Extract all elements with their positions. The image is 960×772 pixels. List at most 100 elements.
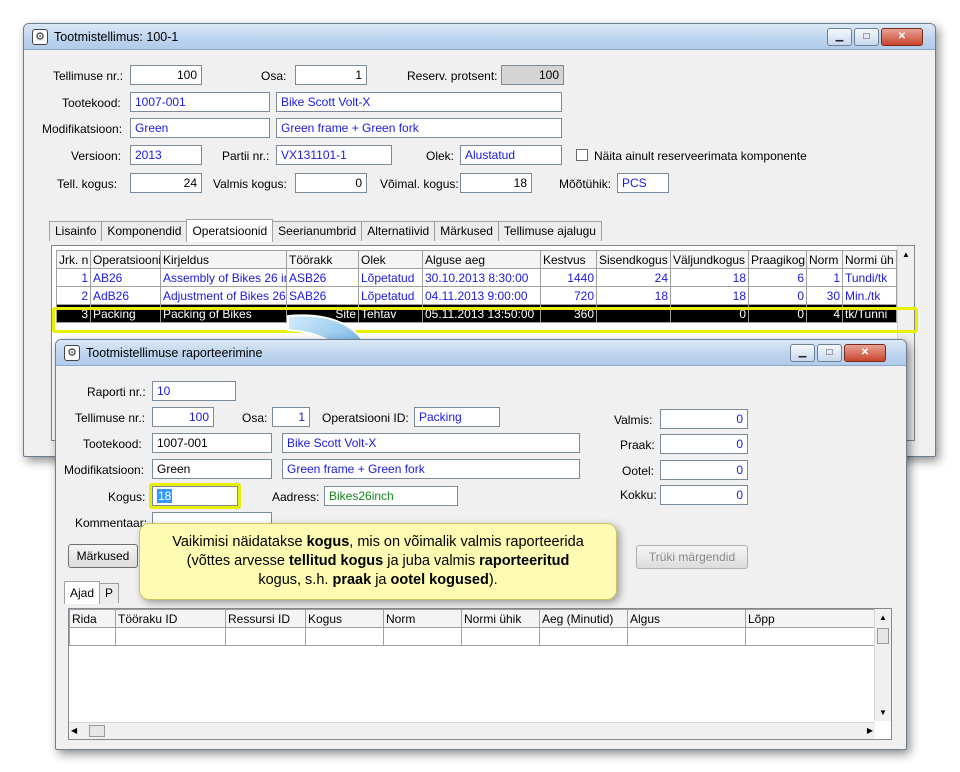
column-header[interactable]: Olek	[358, 250, 423, 269]
order-nr-field[interactable]: 100	[130, 65, 202, 85]
maximize-button[interactable]: □	[854, 28, 879, 46]
column-header[interactable]: Tööraku ID	[115, 609, 226, 628]
product-code-label: Tootekood:	[83, 437, 142, 451]
batch-nr-field[interactable]: VX131101-1	[276, 145, 392, 165]
operations-table: Jrk. n Operatsiooni Kirjeldus Töörakk Ol…	[56, 250, 897, 323]
waiting-field[interactable]: 0	[660, 460, 748, 480]
table-row[interactable]: 1 AB26 Assembly of Bikes 26 in ASB26 Lõp…	[56, 268, 897, 287]
maximize-button[interactable]: □	[817, 344, 842, 362]
address-field[interactable]: Bikes26inch	[324, 486, 458, 506]
tab-ajad[interactable]: Ajad	[64, 581, 101, 604]
column-header[interactable]: Norm	[806, 250, 843, 269]
modification-field[interactable]: Green	[130, 118, 270, 138]
part-field[interactable]: 1	[272, 407, 310, 427]
scrap-field[interactable]: 0	[660, 434, 748, 454]
column-header[interactable]: Väljundkogus	[670, 250, 749, 269]
tab-operatsioonid[interactable]: Operatsioonid	[186, 219, 274, 242]
table-cell: 24	[596, 268, 671, 287]
column-header[interactable]: Kogus	[305, 609, 384, 628]
column-header[interactable]: Algus	[627, 609, 746, 628]
tab-komponendid[interactable]: Komponendid	[101, 221, 188, 241]
waiting-label: Ootel:	[622, 464, 655, 478]
tab-markused[interactable]: Märkused	[434, 221, 499, 241]
minimize-button[interactable]: ▁	[827, 28, 852, 46]
possible-qty-field[interactable]: 18	[460, 173, 532, 193]
column-header[interactable]: Praagikog	[748, 250, 807, 269]
batch-nr-label: Partii nr.:	[222, 149, 270, 163]
order-nr-field[interactable]: 100	[152, 407, 214, 427]
column-header[interactable]: Rida	[69, 609, 116, 628]
modification-label: Modifikatsioon:	[64, 463, 145, 477]
table-cell: 1	[56, 268, 91, 287]
product-code-field[interactable]: 1007-001	[130, 92, 270, 112]
table-cell: AB26	[90, 268, 161, 287]
table-cell: Packing	[90, 304, 161, 323]
report-nr-field[interactable]: 10	[152, 381, 236, 401]
tab-tellimuse-ajalugu[interactable]: Tellimuse ajalugu	[497, 221, 602, 241]
table-row[interactable]: 2 AdB26 Adjustment of Bikes 26 SAB26 Lõp…	[56, 286, 897, 305]
ordered-qty-field[interactable]: 24	[130, 173, 202, 193]
done-qty-field[interactable]: 0	[295, 173, 367, 193]
modification-field[interactable]: Green	[152, 459, 272, 479]
column-header[interactable]: Jrk. n	[56, 250, 91, 269]
part-field[interactable]: 1	[295, 65, 367, 85]
unit-field[interactable]: PCS	[617, 173, 669, 193]
close-button[interactable]: ✕	[844, 344, 886, 362]
scroll-down-arrow-icon[interactable]: ▼	[875, 704, 891, 721]
modification-desc-field[interactable]: Green frame + Green fork	[282, 459, 580, 479]
column-header[interactable]: Ressursi ID	[225, 609, 306, 628]
table-row-selected[interactable]: 3 Packing Packing of Bikes Site Tehtav 0…	[56, 304, 897, 323]
column-header[interactable]: Operatsiooni	[90, 250, 161, 269]
column-header[interactable]: Töörakk	[286, 250, 359, 269]
table-cell: 720	[540, 286, 597, 305]
column-header[interactable]: Lõpp	[745, 609, 876, 628]
minimize-button[interactable]: ▁	[790, 344, 815, 362]
close-button[interactable]: ✕	[881, 28, 923, 46]
comment-label: Kommentaar:	[75, 516, 148, 530]
table-cell: Packing of Bikes	[160, 304, 287, 323]
product-name-field[interactable]: Bike Scott Volt-X	[282, 433, 580, 453]
column-header[interactable]: Kirjeldus	[160, 250, 287, 269]
tab-alternatiivid[interactable]: Alternatiivid	[361, 221, 436, 241]
state-field[interactable]: Alustatud	[460, 145, 562, 165]
show-unreserved-checkbox[interactable]	[576, 149, 588, 161]
table-cell: Assembly of Bikes 26 in	[160, 268, 287, 287]
tab-p[interactable]: P	[99, 583, 120, 603]
total-field[interactable]: 0	[660, 485, 748, 505]
quantity-field[interactable]: 18	[152, 486, 238, 506]
product-code-field[interactable]: 1007-001	[152, 433, 272, 453]
done-field[interactable]: 0	[660, 409, 748, 429]
tab-seerianumbrid[interactable]: Seerianumbrid	[272, 221, 363, 241]
callout-line-2: (võttes arvesse tellitud kogus ja juba v…	[186, 553, 570, 569]
column-header[interactable]: Aeg (Minutid)	[539, 609, 628, 628]
table-row-empty[interactable]	[69, 627, 876, 646]
scroll-left-arrow-icon[interactable]: ◀	[71, 723, 77, 739]
scroll-thumb[interactable]	[89, 725, 105, 737]
column-header[interactable]: Norm	[383, 609, 462, 628]
column-header[interactable]: Kestvus	[540, 250, 597, 269]
times-vertical-scrollbar[interactable]: ▲ ▼	[874, 609, 891, 721]
times-horizontal-scrollbar[interactable]: ◀ ▶	[69, 722, 875, 739]
column-header[interactable]: Sisendkogus	[596, 250, 671, 269]
scroll-right-arrow-icon[interactable]: ▶	[867, 723, 873, 739]
product-code-label: Tootekood:	[62, 96, 121, 110]
table-cell: Tundi/tk	[842, 268, 897, 287]
main-tabs: Lisainfo Komponendid Operatsioonid Seerianu…	[49, 218, 602, 242]
notes-button[interactable]: Märkused	[68, 544, 138, 568]
scroll-up-arrow-icon[interactable]: ▲	[875, 609, 891, 626]
unit-label: Mõõtühik:	[559, 177, 612, 191]
column-header[interactable]: Normi üh	[842, 250, 897, 269]
scroll-up-arrow-icon[interactable]: ▲	[898, 246, 914, 263]
scroll-thumb[interactable]	[877, 628, 889, 644]
reserve-pct-field: 100	[501, 65, 564, 85]
version-field[interactable]: 2013	[130, 145, 202, 165]
operation-id-field[interactable]: Packing	[414, 407, 500, 427]
table-cell: Min./tk	[842, 286, 897, 305]
column-header[interactable]: Normi ühik	[461, 609, 540, 628]
tab-lisainfo[interactable]: Lisainfo	[49, 221, 103, 241]
quantity-label: Kogus:	[108, 490, 146, 504]
modification-desc-field[interactable]: Green frame + Green fork	[276, 118, 562, 138]
column-header[interactable]: Alguse aeg	[422, 250, 541, 269]
product-name-field[interactable]: Bike Scott Volt-X	[276, 92, 562, 112]
print-labels-button[interactable]: Trüki märgendid	[636, 545, 748, 569]
